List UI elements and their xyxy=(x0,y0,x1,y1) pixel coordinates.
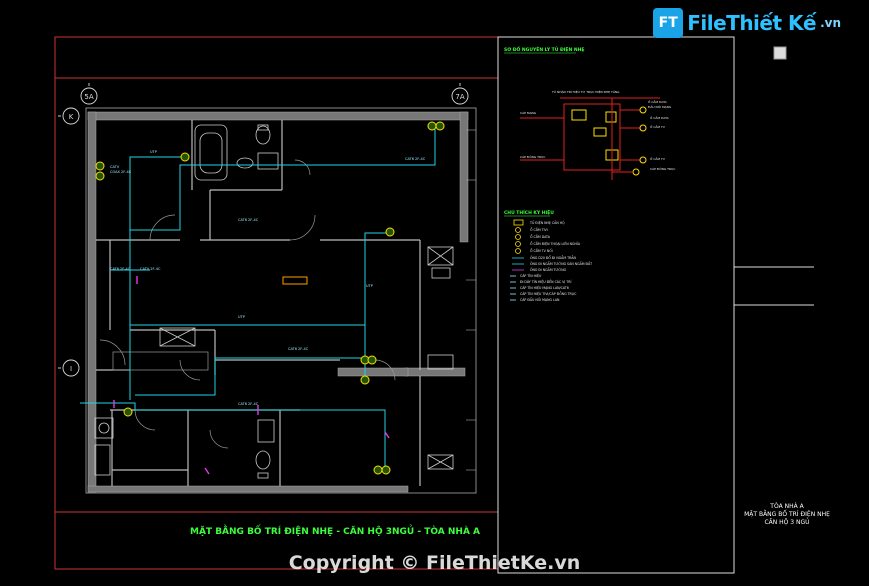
cable-labels: CATVCOAX 2F-4C CAT6 2F-4C CAT6 2F-4C CATV… xyxy=(110,150,426,406)
title-block-line-2: MẶT BẰNG BỐ TRÍ ĐIỆN NHẸ xyxy=(744,511,830,518)
schematic-diagram xyxy=(520,97,660,180)
grid-bubble-labels: 5A 7A K I xyxy=(69,93,465,373)
cabinet-marker xyxy=(282,276,308,285)
drawing-border xyxy=(85,107,477,494)
legend-item: Ổ CẮM DATA xyxy=(530,234,551,239)
outlet-markers xyxy=(95,121,445,475)
legend-items: TỦ ĐIỆN NHẸ CĂN HỘ Ổ CẮM TIVI Ổ CẮM DATA… xyxy=(520,220,592,302)
svg-text:CÁP MẠNG: CÁP MẠNG xyxy=(520,110,537,115)
site-logo[interactable]: FT FileThiết Kế .vn xyxy=(653,8,841,38)
bathroom-fixtures xyxy=(94,124,279,479)
svg-text:CATV 2F-4C: CATV 2F-4C xyxy=(140,267,161,271)
svg-text:CAT6 2F-4C: CAT6 2F-4C xyxy=(405,157,426,161)
svg-text:Ổ CẮM TV: Ổ CẮM TV xyxy=(650,124,666,129)
schematic-labels: TỦ NHẬN TÍN HIỆU TỪ TRỤC ĐIỆN NHẸ TẦNG Ổ… xyxy=(520,89,675,171)
svg-text:CÁP ĐỒNG TRỤC: CÁP ĐỒNG TRỤC xyxy=(520,154,545,159)
grid-label-7a: 7A xyxy=(455,93,464,101)
svg-text:CÁP ĐỒNG TRỤC: CÁP ĐỒNG TRỤC xyxy=(650,166,675,171)
cable-routes xyxy=(80,125,436,468)
svg-text:TỦ NHẬN TÍN HIỆU TỪ TRỤC ĐIỆN: TỦ NHẬN TÍN HIỆU TỪ TRỤC ĐIỆN NHẸ TẦNG xyxy=(551,89,620,94)
legend-item: CÁP TÍN HIỆU xyxy=(520,273,542,278)
grid-label-5a: 5A xyxy=(84,93,93,101)
logo-name: FileThiết Kế xyxy=(687,11,817,35)
legend-item: ỐNG D20 ĐỔ ĐI NGẦM TRẦN xyxy=(530,255,576,260)
legend-item: ĐI DÂY TÍN HIỆU ĐẾN CÁC VỊ TRÍ xyxy=(520,278,571,284)
legend-item: Ổ CẮM TIVI xyxy=(530,227,548,232)
grid-bubbles xyxy=(58,83,469,377)
legend-title: CHÚ THÍCH KÝ HIỆU xyxy=(504,208,554,216)
title-block-box xyxy=(773,46,787,60)
grid-label-k: K xyxy=(69,113,74,121)
logo-icon: FT xyxy=(653,8,684,38)
title-block-line-1: TÒA NHÀ A xyxy=(770,503,804,510)
svg-text:UTP: UTP xyxy=(366,284,373,288)
ac-units xyxy=(427,246,454,470)
svg-text:Ổ CẮM DATA: Ổ CẮM DATA xyxy=(648,99,668,104)
svg-text:CATV: CATV xyxy=(110,165,120,169)
schematic-title: SƠ ĐỒ NGUYÊN LÝ TỦ ĐIỆN NHẸ xyxy=(504,44,584,53)
logo-suffix: .vn xyxy=(820,16,841,30)
svg-text:CAT6 2F-4C: CAT6 2F-4C xyxy=(288,347,309,351)
legend-item: Ổ CẮM TV NỐI xyxy=(530,248,553,253)
copyright-watermark: Copyright © FileThietKe.vn xyxy=(288,552,581,574)
legend-item: TỦ ĐIỆN NHẸ CĂN HỘ xyxy=(529,220,565,225)
svg-text:CAT6 2F-4C: CAT6 2F-4C xyxy=(238,218,259,222)
svg-text:Ổ CẮM DATA: Ổ CẮM DATA xyxy=(650,115,670,120)
plan-title: MẶT BẰNG BỐ TRÍ ĐIỆN NHẸ - CĂN HỘ 3NGỦ -… xyxy=(190,527,481,537)
title-block-line-3: CĂN HỘ 3 NGỦ xyxy=(764,519,810,526)
cad-drawing: CATVCOAX 2F-4C CAT6 2F-4C CAT6 2F-4C CATV… xyxy=(54,36,814,574)
svg-text:UTP: UTP xyxy=(150,150,157,154)
svg-text:COAX 2F-4C: COAX 2F-4C xyxy=(110,170,132,174)
svg-text:Ổ CẮM TV: Ổ CẮM TV xyxy=(650,156,666,161)
svg-text:ĐẦU NỐI MẠNG: ĐẦU NỐI MẠNG xyxy=(648,104,672,109)
svg-text:UTP: UTP xyxy=(238,315,245,319)
legend-item: CÁP ĐẦU NỐI MẠNG LAN xyxy=(520,297,560,302)
svg-text:CAT6 2F-4C: CAT6 2F-4C xyxy=(110,267,131,271)
grid-label-i: I xyxy=(70,365,72,373)
svg-text:CAT6 2F-4C: CAT6 2F-4C xyxy=(238,402,259,406)
legend-item: CÁP TÍN HIỆU TIVI/CÁP ĐỒNG TRỤC xyxy=(520,291,577,296)
legend-item: Ổ CẮM ĐIỆN THOẠI LIÊN NGHĨA xyxy=(530,241,581,246)
legend-item: CÁP TÍN HIỆU MẠNG LAN/CAT6 xyxy=(520,285,569,290)
legend-item: ỐNG ĐI NGẦM TƯỜNG xyxy=(530,267,567,272)
legend-item: ỐNG ĐI NGẦM TƯỜNG SÀN NGẦM ĐẤT xyxy=(530,261,592,266)
